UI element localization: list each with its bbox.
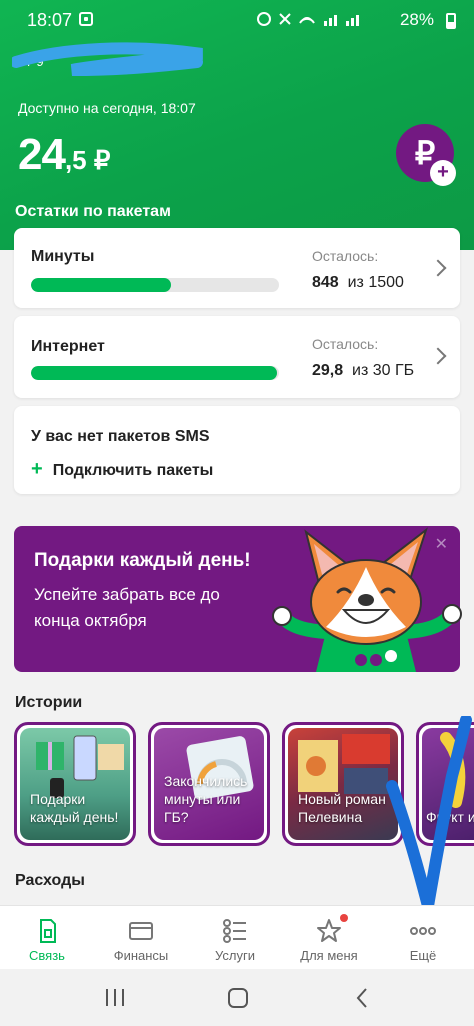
system-nav-bar <box>0 969 474 1026</box>
minutes-left-label: Осталось: <box>312 248 379 264</box>
status-time: 18:07 <box>27 10 73 30</box>
star-icon <box>317 919 341 942</box>
stories-title: Истории <box>15 694 83 711</box>
plus-icon[interactable]: + <box>430 160 456 186</box>
available-label: Доступно на сегодня, 18:07 <box>18 100 196 116</box>
minutes-name: Минуты <box>31 248 95 265</box>
signal-icons <box>257 12 359 26</box>
chevron-right-icon <box>429 259 447 277</box>
nav-label: Финансы <box>113 948 169 963</box>
services-icon <box>223 919 246 943</box>
minutes-progress <box>31 278 279 292</box>
nav-item-services[interactable]: Услуги <box>188 906 282 970</box>
story-text: Закончились минуты или ГБ? <box>164 773 248 825</box>
promo-banner[interactable]: Подарки каждый день! Успейте забрать все… <box>14 526 462 672</box>
notification-icon <box>79 12 93 26</box>
sms-none-text: У вас нет пакетов SMS <box>31 428 210 445</box>
packages-title: Остатки по пакетам <box>15 203 171 220</box>
story-card[interactable]: Подарки каждый день! <box>14 722 136 846</box>
internet-left-label: Осталось: <box>312 336 379 352</box>
plus-icon: + <box>31 458 43 480</box>
nav-label: Ещё <box>409 948 437 963</box>
battery-icon <box>446 13 456 29</box>
battery-percent: 28% <box>399 10 434 29</box>
balance: 24,5 ₽ <box>18 130 110 180</box>
internet-progress <box>31 366 279 380</box>
status-icons <box>256 11 366 31</box>
back-icon[interactable] <box>356 988 367 1008</box>
minutes-total: из 1500 <box>347 274 404 291</box>
nav-item-more[interactable]: Ещё <box>376 906 470 970</box>
promo-subtitle: Успейте забрать все до конца октября <box>34 585 220 630</box>
story-card[interactable]: Закончились минуты или ГБ? <box>148 722 270 846</box>
nav-label: Связь <box>29 948 65 963</box>
balance-decimal: ,5 ₽ <box>64 145 111 175</box>
system-nav-icons <box>106 988 367 1008</box>
story-image: Подарки каждый день! <box>20 728 130 840</box>
internet-left-value: 29,8 из 30 ГБ <box>312 362 414 380</box>
connect-packages-label: Подключить пакеты <box>52 462 214 479</box>
card-icon <box>129 922 153 940</box>
nav-label: Услуги <box>215 948 255 963</box>
header: 18:07 28% +7 9 Доступно на сегодня, 18:0… <box>0 0 474 250</box>
internet-total: из 30 ГБ <box>352 362 415 379</box>
promo-title: Подарки каждый день! <box>34 550 251 571</box>
chevron-right-icon <box>429 347 447 365</box>
home-icon[interactable] <box>228 988 248 1008</box>
connect-packages-button[interactable]: + Подключить пакеты <box>31 458 213 481</box>
sms-card: У вас нет пакетов SMS + Подключить пакеты <box>14 406 460 494</box>
story-text: Подарки каждый день! <box>30 791 119 825</box>
sim-icon <box>40 919 56 943</box>
story-image: Закончились минуты или ГБ? <box>154 728 264 840</box>
notification-dot <box>340 914 348 922</box>
expenses-title: Расходы <box>15 872 85 889</box>
minutes-left-number: 848 <box>312 274 339 291</box>
minutes-left-value: 848 из 1500 <box>312 274 404 292</box>
status-bar: 18:07 28% <box>0 8 474 32</box>
blue-arrow-annotation <box>386 716 472 912</box>
internet-progress-fill <box>31 366 278 380</box>
internet-card[interactable]: Интернет Осталось: 29,8 из 30 ГБ <box>14 316 460 398</box>
minutes-card[interactable]: Минуты Осталось: 848 из 1500 <box>14 228 460 308</box>
balance-integer: 24 <box>18 130 66 179</box>
internet-left-number: 29,8 <box>312 362 344 379</box>
nav-item-finance[interactable]: Финансы <box>94 906 188 970</box>
redaction-scribble <box>12 42 203 76</box>
more-icon <box>410 927 436 935</box>
nav-item-connection[interactable]: Связь <box>0 906 94 970</box>
nav-label: Для меня <box>300 948 358 963</box>
corgi-mascot-illustration <box>272 527 462 672</box>
internet-name: Интернет <box>31 338 105 355</box>
nav-item-for-me[interactable]: Для меня <box>282 906 376 970</box>
bottom-nav: Связь Финансы Услуги Для меня Ещё <box>0 905 474 969</box>
minutes-progress-fill <box>31 278 172 292</box>
recent-apps-icon[interactable] <box>106 989 124 1006</box>
